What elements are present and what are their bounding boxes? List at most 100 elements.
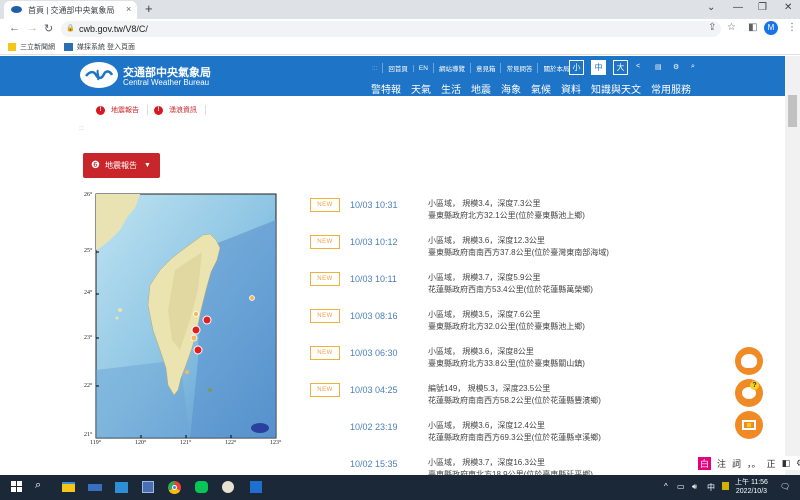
paint-app-icon[interactable] xyxy=(222,479,238,495)
chrome-icon[interactable] xyxy=(168,479,184,495)
browser-tab-strip: 首頁 | 交通部中央氣象局 × + ⌄ — ❐ ✕ xyxy=(0,0,800,19)
windows-start-icon[interactable] xyxy=(9,479,25,495)
ime-zhuyin-button[interactable]: 注 xyxy=(717,457,726,470)
page-scrollbar[interactable] xyxy=(785,56,800,475)
input-language[interactable]: 中 xyxy=(707,482,715,493)
profile-avatar[interactable]: M xyxy=(764,21,778,35)
share-icon[interactable]: < xyxy=(636,63,640,70)
alert-swell-info[interactable]: ! 湧浪資訊 xyxy=(154,105,206,115)
taskbar-clock[interactable]: 上午 11:56 2022/10/3 xyxy=(735,478,768,496)
earthquake-list-item[interactable]: NEW 10/03 04:25 編號149， 規模5.3，深度23.5公里 花蓮… xyxy=(310,377,690,413)
notifications-icon[interactable]: 🗨︎ xyxy=(780,482,790,491)
tab-search-icon[interactable]: ⌄ xyxy=(707,2,715,13)
new-badge: NEW xyxy=(310,309,340,323)
volume-icon[interactable]: 🔊︎ xyxy=(692,482,697,492)
help-button[interactable]: ? xyxy=(735,379,763,407)
earthquake-list-item[interactable]: NEW 10/03 08:16 小區域， 規模3.5，深度7.6公里 臺東縣政府… xyxy=(310,303,690,339)
restore-button[interactable]: ❐ xyxy=(758,2,767,13)
forward-button[interactable]: → xyxy=(27,22,38,34)
nav-climate[interactable]: 氣候 xyxy=(526,81,556,96)
bookmark-label: 三立新聞網 xyxy=(20,44,55,51)
media-player-icon[interactable] xyxy=(250,479,266,495)
ime-traditional-button[interactable]: 正 xyxy=(767,457,776,470)
file-explorer-icon[interactable] xyxy=(62,479,78,495)
minimize-button[interactable]: — xyxy=(733,2,743,13)
chatbot-button[interactable] xyxy=(735,347,763,375)
settings-icon[interactable]: ⚙ xyxy=(673,63,679,71)
alert-earthquake-report[interactable]: ! 地震報告 xyxy=(96,105,148,115)
link-home[interactable]: 回首頁 xyxy=(382,63,413,73)
mascot-face-icon xyxy=(741,354,757,368)
quake-location: 臺東縣政府南南西方37.8公里(位於臺灣東南部海域) xyxy=(428,248,609,257)
lat-label: 25° xyxy=(84,248,93,254)
browser-tab[interactable]: 首頁 | 交通部中央氣象局 × xyxy=(4,1,137,19)
bookmarks-bar: 三立新聞網 媒採系統 登入頁面 xyxy=(0,39,800,55)
ime-punct-button[interactable]: ，。 xyxy=(747,457,761,470)
new-badge: NEW xyxy=(310,346,340,360)
share-icon[interactable]: ⇪ xyxy=(708,22,716,33)
line-app-icon[interactable] xyxy=(195,479,211,495)
nav-earthquake[interactable]: 地震 xyxy=(466,81,496,96)
nav-services[interactable]: 常用服務 xyxy=(646,81,696,96)
earthquake-map[interactable]: 26° 25° 24° 23° 22° 21° 119° 120° 121° 1… xyxy=(80,190,285,450)
site-header: 交通部中央氣象局 Central Weather Bureau ::: 回首頁 … xyxy=(0,56,785,96)
earthquake-list-item[interactable]: NEW 10/03 10:11 小區域， 規模3.7，深度5.9公里 花蓮縣政府… xyxy=(310,266,690,302)
earthquake-report-dropdown[interactable]: ❻ 地震報告 ▼ xyxy=(83,153,160,178)
url-text[interactable]: cwb.gov.tw/V8/C/ xyxy=(79,24,148,34)
site-name-en[interactable]: Central Weather Bureau xyxy=(123,78,209,87)
quake-location: 花蓮縣政府南南西方69.3公里(位於花蓮縣卓溪鄉) xyxy=(428,433,601,442)
link-feedback[interactable]: 意見箱 xyxy=(469,63,501,73)
quake-location: 臺東縣政府北方33.8公里(位於臺東縣關山鎮) xyxy=(428,359,585,368)
ime-panel-icon[interactable]: ◧ xyxy=(782,458,791,469)
search-icon[interactable]: ⌕ xyxy=(35,479,51,495)
photos-app-icon[interactable] xyxy=(115,479,131,495)
nav-marine[interactable]: 海象 xyxy=(496,81,526,96)
bookmark-app-icon xyxy=(64,43,73,51)
nav-warnings[interactable]: 警特報 xyxy=(366,81,406,96)
font-size-medium-button[interactable]: 中 xyxy=(591,60,606,75)
back-button[interactable]: ← xyxy=(9,22,20,34)
tab-close-icon[interactable]: × xyxy=(126,4,131,14)
bookmark-item[interactable]: 三立新聞網 xyxy=(8,42,55,52)
search-icon[interactable]: ⌕ xyxy=(691,63,695,71)
nav-data[interactable]: 資料 xyxy=(556,81,586,96)
tray-expand-icon[interactable]: ^ xyxy=(664,482,668,491)
mascot-question-icon: ? xyxy=(742,381,759,399)
ime-settings-icon[interactable]: ⚙ xyxy=(796,458,800,469)
network-icon[interactable]: ▭ xyxy=(677,482,685,491)
address-bar[interactable]: 🔒 cwb.gov.tw/V8/C/ xyxy=(61,21,721,37)
earthquake-list-item[interactable]: NEW 10/03 10:12 小區域， 規模3.6，深度12.3公里 臺東縣政… xyxy=(310,229,690,265)
new-tab-button[interactable]: + xyxy=(145,1,153,16)
cwb-logo-icon[interactable] xyxy=(80,62,118,88)
earthquake-list-item[interactable]: NEW 10/03 10:31 小區域， 規模3.4，深度7.3公里 臺東縣政府… xyxy=(310,192,690,228)
link-english[interactable]: EN xyxy=(412,64,433,72)
bookmark-item[interactable]: 媒採系統 登入頁面 xyxy=(64,42,135,52)
bookmark-star-icon[interactable]: ☆ xyxy=(727,22,736,33)
earthquake-list-item[interactable]: NEW 10/03 06:30 小區域， 規模3.6，深度8公里 臺東縣政府北方… xyxy=(310,340,690,376)
ime-phrase-button[interactable]: 詞 xyxy=(732,457,741,470)
ime-tray-icon[interactable] xyxy=(722,482,729,492)
quake-summary: 小區域， 規模3.6，深度12.4公里 xyxy=(428,421,545,430)
scrollbar-thumb[interactable] xyxy=(788,95,797,127)
close-window-button[interactable]: ✕ xyxy=(784,2,792,13)
lon-label: 123° xyxy=(270,440,282,446)
link-faq[interactable]: 常見問答 xyxy=(500,63,537,73)
more-menu-icon[interactable]: ⋮ xyxy=(787,22,797,33)
monitor-button[interactable] xyxy=(735,411,763,439)
nav-life[interactable]: 生活 xyxy=(436,81,466,96)
print-icon[interactable]: ▤ xyxy=(655,63,662,71)
reload-button[interactable]: ↻ xyxy=(44,22,53,35)
nav-weather[interactable]: 天氣 xyxy=(406,81,436,96)
folder-icon xyxy=(8,43,16,51)
lat-label: 23° xyxy=(84,335,93,341)
nav-knowledge[interactable]: 知識與天文 xyxy=(586,81,646,96)
font-size-large-button[interactable]: 大 xyxy=(613,60,628,75)
app-set-icon[interactable] xyxy=(88,479,104,495)
word-app-icon[interactable] xyxy=(142,479,158,495)
font-size-small-button[interactable]: 小 xyxy=(569,60,584,75)
quake-location: 花蓮縣政府西南方53.4公里(位於花蓮縣萬榮鄉) xyxy=(428,285,593,294)
link-sitemap[interactable]: 網站導覽 xyxy=(432,63,470,73)
ime-mode-button[interactable]: 白 xyxy=(698,456,712,470)
side-panel-icon[interactable]: ◧ xyxy=(748,22,757,33)
earthquake-list-item[interactable]: 10/02 23:19 小區域， 規模3.6，深度12.4公里 花蓮縣政府南南西… xyxy=(310,414,690,450)
